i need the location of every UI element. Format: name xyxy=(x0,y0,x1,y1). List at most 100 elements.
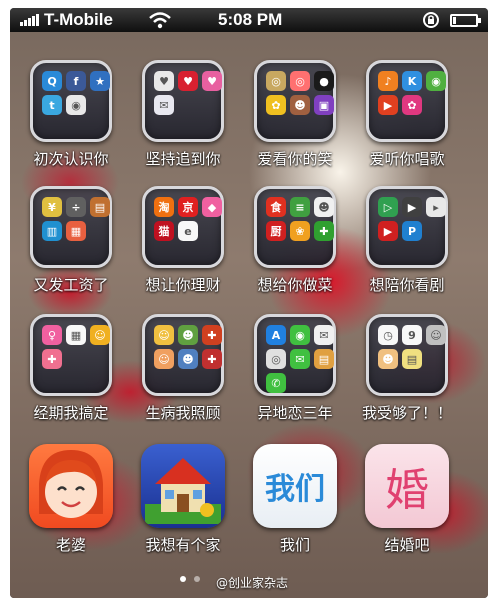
women-app-logo: 我们 xyxy=(265,472,325,507)
girl-icon: ☺ xyxy=(90,325,110,345)
folder-label: 想给你做菜 xyxy=(257,276,333,294)
folder-icon[interactable]: ♀ ▦ ☺ ✚ xyxy=(30,314,112,396)
app-label: 我们 xyxy=(279,536,310,554)
marry-app-logo: 婚 xyxy=(385,465,429,516)
beauty-camera-icon: ◎ xyxy=(290,71,310,91)
folder-icon[interactable]: ▷ ▶ ▸ ▶ P xyxy=(366,186,448,268)
folder-icon[interactable]: ◎ ◎ ● ✿ ☻ ▣ xyxy=(254,60,336,142)
panda-icon: ☻ xyxy=(314,197,334,217)
folder-label: 想陪你看剧 xyxy=(369,276,445,294)
app-label: 老婆 xyxy=(55,536,86,554)
dock-app-1[interactable]: 老婆 xyxy=(16,444,126,555)
folder-icon[interactable]: A ◉ ✉ ◎ ✉ ▤ ✆ xyxy=(254,314,336,396)
star-icon: ★ xyxy=(90,71,110,91)
p-video-icon: P xyxy=(402,221,422,241)
calendar-pink-icon: ▦ xyxy=(66,325,86,345)
wife-app-icon[interactable] xyxy=(29,444,113,528)
player-icon: ▶ xyxy=(378,95,398,115)
folder-icon[interactable]: ☺ ☻ ✚ ☺ ☻ ✚ xyxy=(142,314,224,396)
folder-1[interactable]: Qf ★ t ◉ 初次认识你 xyxy=(16,60,126,169)
folder-label: 爱看你的笑 xyxy=(257,150,333,168)
monkey-icon: ☻ xyxy=(290,95,310,115)
pink-card-icon: ♥ xyxy=(202,71,222,91)
app-label: 我想有个家 xyxy=(145,536,221,554)
ebay-icon: e xyxy=(178,221,198,241)
lens-icon: ● xyxy=(314,71,334,91)
folder-icon[interactable]: ♪ K ◉ ▶ ✿ xyxy=(366,60,448,142)
folder-label: 我受够了！！ xyxy=(361,404,452,422)
k-song-icon: K xyxy=(402,71,422,91)
house-app-icon[interactable] xyxy=(141,444,225,528)
veggie-icon: ❀ xyxy=(290,221,310,241)
folder-icon[interactable]: 食 ≡ ☻ 厨 ❀ ✚ xyxy=(254,186,336,268)
hospital-icon: ✚ xyxy=(202,349,222,369)
marry-app-icon[interactable]: 婚 xyxy=(365,444,449,528)
folder-label: 生病我照顾 xyxy=(145,404,221,422)
doctor-icon: ☺ xyxy=(154,325,174,345)
folder-5[interactable]: ¥ ÷ ▤ ▥ ▦ 又发工资了 xyxy=(16,186,126,295)
contacts-icon: ☺ xyxy=(426,325,446,345)
clapper-icon: ▶ xyxy=(402,197,422,217)
folder-icon[interactable]: ♥ ♥ ♥ ✉ xyxy=(142,60,224,142)
folder-icon[interactable]: ◷ 9 ☺ ☻ ▤ xyxy=(366,314,448,396)
yen-icon: ¥ xyxy=(42,197,62,217)
menu-icon: ≡ xyxy=(290,197,310,217)
record-icon: ◉ xyxy=(426,71,446,91)
recipe-icon: 食 xyxy=(266,197,286,217)
folder-icon[interactable]: 淘京 ◆ 猫 e xyxy=(142,186,224,268)
sunflower-icon: ✿ xyxy=(266,95,286,115)
notes-icon: ▤ xyxy=(314,349,334,369)
folder-icon[interactable]: Qf ★ t ◉ xyxy=(30,60,112,142)
folder-icon[interactable]: ¥ ÷ ▤ ▥ ▦ xyxy=(30,186,112,268)
dock-app-3[interactable]: 我们 我们 xyxy=(240,444,350,555)
youtube-icon: ▶ xyxy=(378,221,398,241)
chat-icon: ✉ xyxy=(314,325,334,345)
dock-app-2[interactable]: 我想有个家 xyxy=(128,444,238,555)
avatar-icon: ☻ xyxy=(378,349,398,369)
folder-6[interactable]: 淘京 ◆ 猫 e 想让你理财 xyxy=(128,186,238,295)
music-icon: ♪ xyxy=(378,71,398,91)
pink-shop-icon: ◆ xyxy=(202,197,222,217)
folder-9[interactable]: ♀ ▦ ☺ ✚ 经期我搞定 xyxy=(16,314,126,423)
app-label: 结婚吧 xyxy=(384,536,430,554)
dock-app-4[interactable]: 婚结婚吧 xyxy=(352,444,462,555)
folder-11[interactable]: A ◉ ✉ ◎ ✉ ▤ ✆ 异地恋三年 xyxy=(240,314,350,423)
owl-icon: ◉ xyxy=(66,95,86,115)
clock-icon: ◷ xyxy=(378,325,398,345)
calc-icon: ÷ xyxy=(66,197,86,217)
folder-2[interactable]: ♥ ♥ ♥ ✉ 坚持追到你 xyxy=(128,60,238,169)
messages-icon: ✉ xyxy=(290,349,310,369)
twitter-icon: t xyxy=(42,95,62,115)
bank-icon: ▥ xyxy=(42,221,62,241)
period-tracker-icon: ♀ xyxy=(42,325,62,345)
folder-label: 初次认识你 xyxy=(33,150,109,168)
folder-label: 想让你理财 xyxy=(145,276,221,294)
folder-3[interactable]: ◎ ◎ ● ✿ ☻ ▣ 爱看你的笑 xyxy=(240,60,350,169)
qq-icon: Q xyxy=(42,71,62,91)
folder-12[interactable]: ◷ 9 ☺ ☻ ▤ 我受够了！！ xyxy=(352,314,462,423)
folder-10[interactable]: ☺ ☻ ✚ ☺ ☻ ✚ 生病我照顾 xyxy=(128,314,238,423)
photo-icon: ▣ xyxy=(314,95,334,115)
sms-icon: ✉ xyxy=(154,95,174,115)
flower-music-icon: ✿ xyxy=(402,95,422,115)
wallet-icon: ▤ xyxy=(90,197,110,217)
video-icon: ▸ xyxy=(426,197,446,217)
folder-7[interactable]: 食 ≡ ☻ 厨 ❀ ✚ 想给你做菜 xyxy=(240,186,350,295)
app-store-icon: A xyxy=(266,325,286,345)
cartoon-icon: ☻ xyxy=(178,349,198,369)
taobao-icon: 淘 xyxy=(154,197,174,217)
folder-4[interactable]: ♪ K ◉ ▶ ✿ 爱听你唱歌 xyxy=(352,60,462,169)
weibo-icon: ◎ xyxy=(266,349,286,369)
folder-label: 又发工资了 xyxy=(33,276,109,294)
camera-icon: ◎ xyxy=(266,71,286,91)
medicine-icon: ✚ xyxy=(202,325,222,345)
jd-icon: 京 xyxy=(178,197,198,217)
phone-screen: T-Mobile 5:08 PM Qf ★ t ◉ 初次认识你 ♥ ♥ ♥ ✉ 坚持追到你 ◎ ◎ ● ✿… xyxy=(10,8,488,598)
women-app-icon[interactable]: 我们 xyxy=(253,444,337,528)
page-indicator[interactable] xyxy=(180,576,200,582)
game-char-icon: ☻ xyxy=(178,325,198,345)
folder-8[interactable]: ▷ ▶ ▸ ▶ P 想陪你看剧 xyxy=(352,186,462,295)
watermark: @创业家杂志 xyxy=(216,576,289,590)
tv-icon: ▷ xyxy=(378,197,398,217)
facebook-icon: f xyxy=(66,71,86,91)
